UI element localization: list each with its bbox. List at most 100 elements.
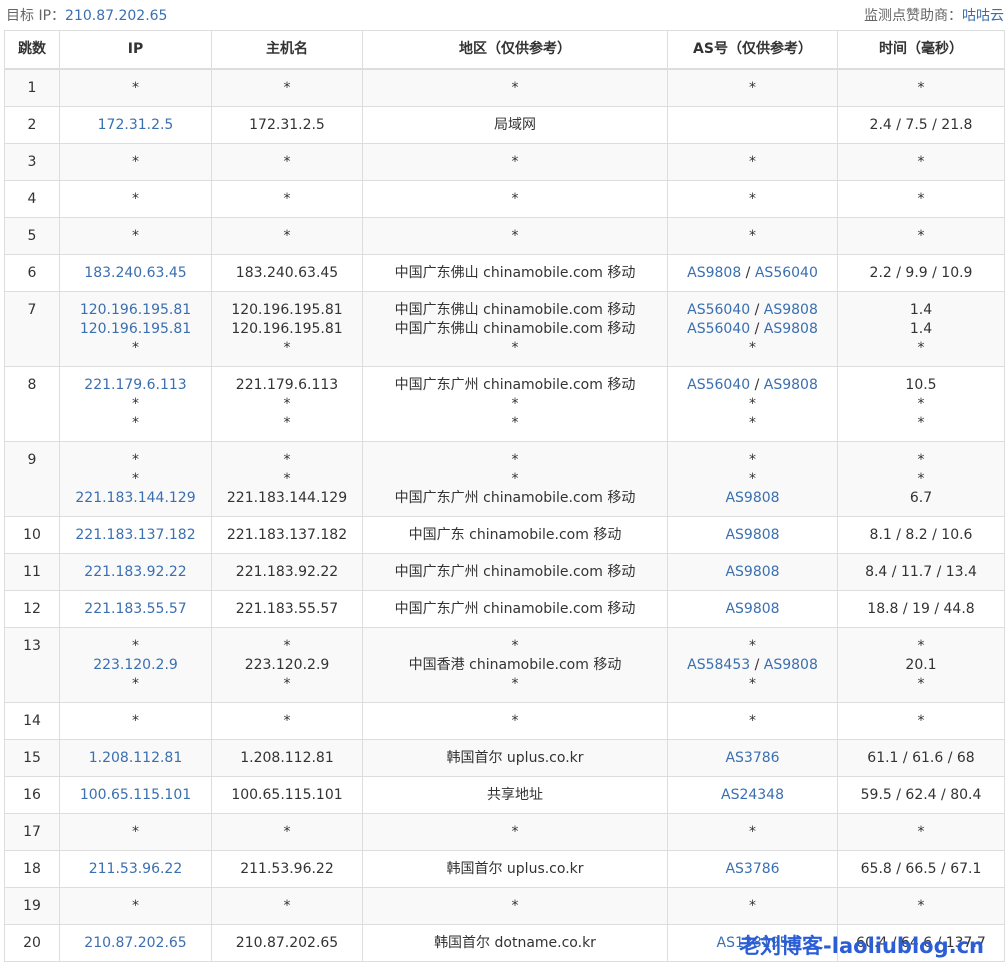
as-link[interactable]: AS9808 bbox=[725, 601, 779, 617]
time-line: * bbox=[917, 191, 925, 207]
as-line: AS9808 bbox=[668, 526, 837, 545]
ip-link[interactable]: 100.65.115.101 bbox=[80, 787, 191, 803]
table-row: 19 * * * * * bbox=[4, 887, 1005, 925]
hop-number: 3 bbox=[4, 143, 60, 181]
as-cell: * bbox=[667, 702, 838, 740]
hostname-cell: * bbox=[211, 702, 363, 740]
as-link[interactable]: AS9808 bbox=[764, 321, 818, 337]
region-line: * bbox=[511, 898, 519, 914]
hostname-line: 210.87.202.65 bbox=[235, 935, 339, 951]
as-line: AS9808 bbox=[668, 563, 837, 582]
ip-link[interactable]: 221.183.137.182 bbox=[75, 527, 195, 543]
as-link[interactable]: AS9808 bbox=[725, 490, 779, 506]
as-link[interactable]: AS9808 bbox=[764, 302, 818, 318]
ip-link[interactable]: 1.208.112.81 bbox=[89, 750, 183, 766]
as-link[interactable]: AS56040 bbox=[755, 265, 818, 281]
region-cell: 中国广东佛山 chinamobile.com 移动 中国广东佛山 chinamob… bbox=[362, 291, 668, 367]
as-link[interactable]: AS56040 bbox=[687, 321, 750, 337]
as-separator: / bbox=[750, 377, 764, 393]
hostname-line: * bbox=[283, 340, 291, 356]
as-link[interactable]: AS9808 bbox=[725, 527, 779, 543]
as-link[interactable]: AS9808 bbox=[764, 657, 818, 673]
time-line: * bbox=[917, 415, 925, 431]
ip-link[interactable]: 210.87.202.65 bbox=[84, 935, 186, 951]
region-cell: 韩国首尔 dotname.co.kr bbox=[362, 924, 668, 962]
as-link[interactable]: AS58453 bbox=[687, 657, 750, 673]
ip-line: 211.53.96.22 bbox=[60, 860, 211, 879]
hop-number: 9 bbox=[4, 441, 60, 517]
no-response-mark: * bbox=[132, 898, 139, 914]
table-row: 3 * * * * * bbox=[4, 143, 1005, 181]
as-line: AS56040 / AS9808 bbox=[668, 320, 837, 339]
hostname-line: * bbox=[283, 471, 291, 487]
as-line bbox=[668, 116, 837, 135]
ip-link[interactable]: 183.240.63.45 bbox=[84, 265, 186, 281]
no-response-mark: * bbox=[132, 154, 139, 170]
target-ip-info: 目标 IP：210.87.202.65 bbox=[6, 5, 167, 25]
as-separator: / bbox=[750, 321, 764, 337]
as-link[interactable]: AS56040 bbox=[687, 377, 750, 393]
time-cell: 2.4 / 7.5 / 21.8 bbox=[837, 106, 1005, 144]
table-row: 6 183.240.63.45 183.240.63.45 中国广东佛山 chinam… bbox=[4, 254, 1005, 292]
as-link[interactable]: AS3786 bbox=[725, 861, 779, 877]
region-line: 中国广东 chinamobile.com 移动 bbox=[408, 527, 622, 543]
no-response-mark: * bbox=[132, 638, 139, 654]
no-response-mark: * bbox=[749, 713, 756, 729]
time-cell: * bbox=[837, 702, 1005, 740]
hop-number: 4 bbox=[4, 180, 60, 218]
hop-number: 10 bbox=[4, 516, 60, 554]
time-cell: * * 6.7 bbox=[837, 441, 1005, 517]
as-line: * bbox=[668, 675, 837, 694]
ip-link[interactable]: 120.196.195.81 bbox=[80, 302, 191, 318]
ip-cell: * bbox=[59, 143, 212, 181]
region-line: 中国广东佛山 chinamobile.com 移动 bbox=[394, 265, 636, 281]
as-link[interactable]: AS138195 bbox=[717, 935, 789, 951]
time-cell: * bbox=[837, 68, 1005, 107]
ip-link[interactable]: 221.183.144.129 bbox=[75, 490, 195, 506]
as-cell: * bbox=[667, 68, 838, 107]
hostname-cell: 211.53.96.22 bbox=[211, 850, 363, 888]
hostname-cell: 100.65.115.101 bbox=[211, 776, 363, 814]
ip-link[interactable]: 120.196.195.81 bbox=[80, 321, 191, 337]
as-line: AS138195 bbox=[668, 934, 837, 953]
time-cell: 1.4 1.4 * bbox=[837, 291, 1005, 367]
region-line: 中国香港 chinamobile.com 移动 bbox=[408, 657, 622, 673]
ip-link[interactable]: 211.53.96.22 bbox=[89, 861, 183, 877]
column-header-hostname: 主机名 bbox=[211, 30, 363, 70]
sponsor-link[interactable]: 咕咕云 bbox=[962, 8, 1004, 24]
hostname-line: * bbox=[283, 824, 291, 840]
region-line: * bbox=[511, 340, 519, 356]
ip-line: * bbox=[60, 470, 211, 489]
ip-link[interactable]: 221.183.55.57 bbox=[84, 601, 186, 617]
ip-link[interactable]: 223.120.2.9 bbox=[93, 657, 178, 673]
hostname-cell: * bbox=[211, 887, 363, 925]
region-line: * bbox=[511, 471, 519, 487]
as-line: * bbox=[668, 339, 837, 358]
as-link[interactable]: AS56040 bbox=[687, 302, 750, 318]
ip-cell: * bbox=[59, 217, 212, 255]
time-cell: 59.5 / 62.4 / 80.4 bbox=[837, 776, 1005, 814]
ip-link[interactable]: 221.183.92.22 bbox=[84, 564, 186, 580]
hop-number: 13 bbox=[4, 627, 60, 703]
as-link[interactable]: AS9808 bbox=[764, 377, 818, 393]
ip-cell: 100.65.115.101 bbox=[59, 776, 212, 814]
region-cell: 共享地址 bbox=[362, 776, 668, 814]
as-link[interactable]: AS24348 bbox=[721, 787, 784, 803]
hostname-cell: 221.183.137.182 bbox=[211, 516, 363, 554]
ip-line: * bbox=[60, 79, 211, 98]
no-response-mark: * bbox=[132, 713, 139, 729]
ip-line: * bbox=[60, 395, 211, 414]
ip-line: 221.179.6.113 bbox=[60, 376, 211, 395]
no-response-mark: * bbox=[749, 824, 756, 840]
hostname-line: 221.183.137.182 bbox=[226, 527, 348, 543]
ip-line: 120.196.195.81 bbox=[60, 320, 211, 339]
ip-link[interactable]: 221.179.6.113 bbox=[84, 377, 186, 393]
target-ip-link[interactable]: 210.87.202.65 bbox=[65, 8, 167, 24]
as-link[interactable]: AS9808 bbox=[725, 564, 779, 580]
ip-link[interactable]: 172.31.2.5 bbox=[98, 117, 174, 133]
as-link[interactable]: AS3786 bbox=[725, 750, 779, 766]
as-link[interactable]: AS9808 bbox=[687, 265, 741, 281]
hop-number: 11 bbox=[4, 553, 60, 591]
hostname-line: * bbox=[283, 80, 291, 96]
ip-line: * bbox=[60, 414, 211, 433]
